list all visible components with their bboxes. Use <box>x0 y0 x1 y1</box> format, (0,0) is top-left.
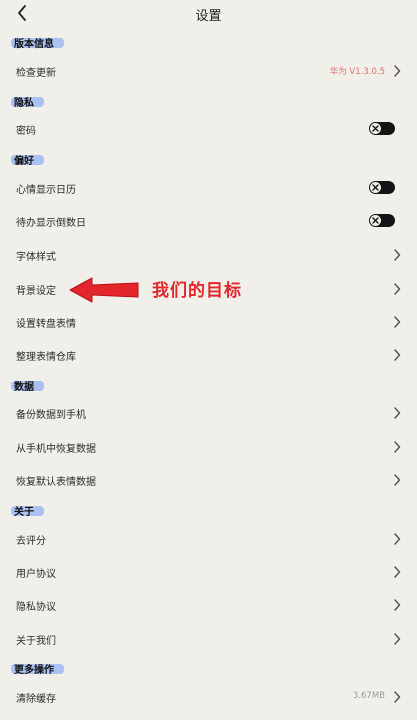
app-header: 设置 <box>0 0 417 26</box>
section-privacy: 隐私 <box>11 94 44 109</box>
password-toggle[interactable] <box>369 122 395 135</box>
section-about: 关于 <box>11 503 44 518</box>
annotation-label: 我们的目标 <box>152 281 242 301</box>
chevron-right-icon <box>394 533 401 545</box>
row-password: 密码 <box>0 113 417 146</box>
version-value: 华为 V1.3.0.5 <box>329 67 385 77</box>
x-icon <box>372 184 379 191</box>
chevron-right-icon <box>394 249 401 261</box>
section-more: 更多操作 <box>11 661 64 676</box>
chevron-right-icon <box>394 441 401 453</box>
chevron-right-icon <box>394 633 401 645</box>
section-data: 数据 <box>11 378 44 393</box>
row-emoji-store[interactable]: 整理表情仓库 <box>0 339 417 372</box>
chevron-right-icon <box>394 599 401 611</box>
row-todo-countdown: 待办显示倒数日 <box>0 205 417 238</box>
page-title: 设置 <box>195 9 222 24</box>
annotation-arrow-icon <box>69 277 139 303</box>
row-about-us[interactable]: 关于我们 <box>0 623 417 656</box>
chevron-right-icon <box>394 407 401 419</box>
section-version: 版本信息 <box>11 35 64 50</box>
row-restore-default[interactable]: 恢复默认表情数据 <box>0 464 417 497</box>
row-check-update[interactable]: 检查更新 华为 V1.3.0.5 <box>0 55 417 88</box>
row-backup[interactable]: 备份数据到手机 <box>0 397 417 430</box>
row-privacy-policy[interactable]: 隐私协议 <box>0 589 417 622</box>
row-rate[interactable]: 去评分 <box>0 523 417 556</box>
chevron-right-icon <box>394 691 401 703</box>
chevron-right-icon <box>394 316 401 328</box>
mood-calendar-toggle[interactable] <box>369 181 395 194</box>
x-icon <box>372 217 379 224</box>
cache-size-value: 3.67MB <box>352 691 385 701</box>
chevron-right-icon <box>394 65 401 77</box>
section-prefs: 偏好 <box>11 152 44 167</box>
chevron-right-icon <box>394 474 401 486</box>
row-wheel-emoji[interactable]: 设置转盘表情 <box>0 306 417 339</box>
chevron-right-icon <box>394 566 401 578</box>
row-font-style[interactable]: 字体样式 <box>0 239 417 272</box>
chevron-right-icon <box>394 283 401 295</box>
row-clear-cache[interactable]: 清除缓存 3.67MB <box>0 681 417 714</box>
row-mood-calendar: 心情显示日历 <box>0 172 417 205</box>
todo-countdown-toggle[interactable] <box>369 214 395 227</box>
row-user-agreement[interactable]: 用户协议 <box>0 556 417 589</box>
row-restore[interactable]: 从手机中恢复数据 <box>0 431 417 464</box>
chevron-right-icon <box>394 349 401 361</box>
x-icon <box>372 125 379 132</box>
